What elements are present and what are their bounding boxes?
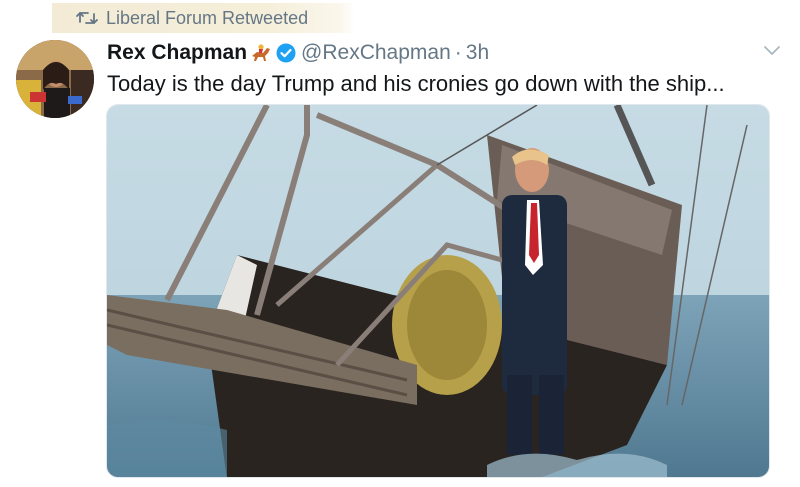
retweet-label[interactable]: Liberal Forum Retweeted xyxy=(106,8,308,29)
chevron-down-icon[interactable] xyxy=(763,44,781,58)
display-name[interactable]: Rex Chapman xyxy=(107,41,247,65)
sinking-boat-image xyxy=(107,105,769,477)
horse-racing-emoji-icon xyxy=(252,44,271,61)
avatar[interactable] xyxy=(16,40,94,118)
separator-dot: · xyxy=(454,41,462,64)
retweet-icon xyxy=(76,12,98,24)
retweet-banner: Liberal Forum Retweeted xyxy=(52,3,355,33)
verified-badge-icon xyxy=(276,43,296,63)
timestamp[interactable]: 3h xyxy=(466,41,489,65)
tweet-header: Rex Chapman @RexChapman · 3h xyxy=(107,40,489,66)
tweet-text: Today is the day Trump and his cronies g… xyxy=(107,71,725,96)
handle[interactable]: @RexChapman xyxy=(301,41,451,65)
tweet-media[interactable] xyxy=(106,104,770,478)
avatar-image xyxy=(16,40,94,118)
